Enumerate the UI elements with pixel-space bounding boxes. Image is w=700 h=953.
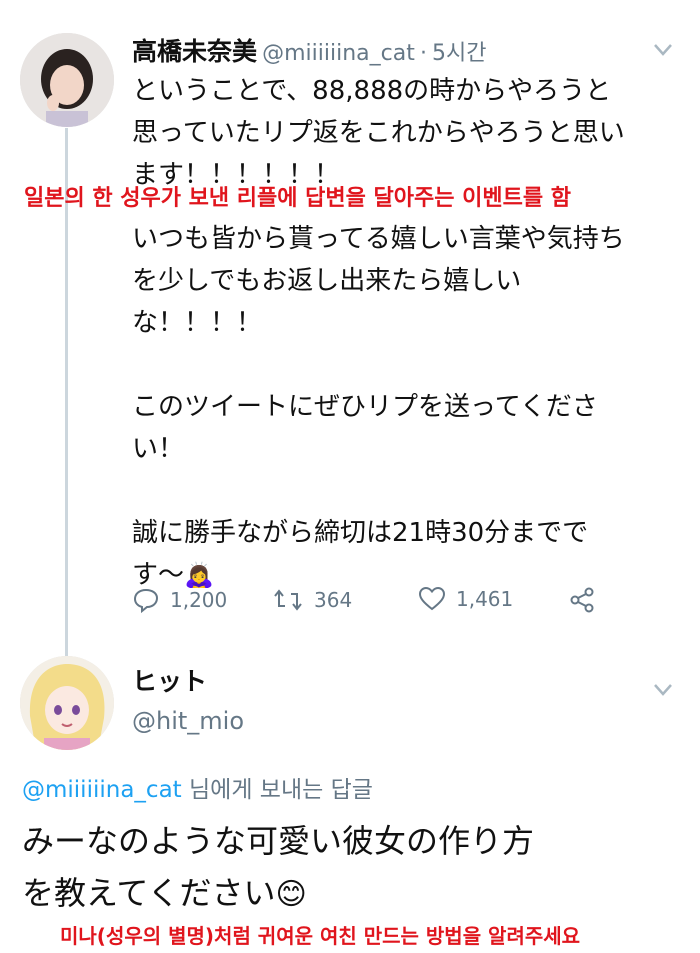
author-name[interactable]: 高橋未奈美 [132,37,257,66]
tweet-time[interactable]: 5시간 [432,41,486,66]
avatar-image [20,33,114,127]
retweet-count: 364 [314,588,353,612]
reply-text-wrap: みーなのような可愛い彼女の作り方 を教えてください😊 [22,815,692,919]
replying-to: @miiiiiina_cat 님에게 보내는 답글 [22,770,373,804]
share-icon [570,587,594,613]
retweet-icon [274,589,302,611]
heart-icon [418,586,446,611]
like-button[interactable]: 1,461 [418,586,513,612]
avatar-hit-mio[interactable] [20,656,114,750]
smile-emoji: 😊 [275,877,307,912]
reply-author-name[interactable]: ヒット [132,662,207,698]
avatar-image [20,656,114,750]
tweet-actions: 1,200 364 1,461 [132,586,652,622]
reply-count: 1,200 [170,588,228,612]
chevron-down-icon[interactable] [653,678,673,703]
reply-button[interactable]: 1,200 [132,586,227,614]
bow-emoji: 🙇‍♀️ [184,561,214,589]
korean-caption-1: 일본의 한 성우가 보낸 리플에 답변을 달아주는 이벤트를 함 [24,186,572,211]
header-separator: · [419,41,427,66]
tweet-header: 高橋未奈美 @miiiiiina_cat · 5시간 [132,32,487,68]
tweet-text-part2: いつも皆から貰ってる嬉しい言葉や気持ち を少しでもお返し出来たら嬉しい な！！！… [132,224,625,590]
reply-icon [133,588,159,614]
avatar-takahashi[interactable] [20,33,114,127]
share-button[interactable] [568,586,596,614]
korean-caption-2: 미나(성우의 별명)처럼 귀여운 여친 만드는 방법을 알려주세요 [60,924,581,948]
replying-to-suffix: 님에게 보내는 답글 [181,777,373,803]
tweet-text-part1: ということで、88,888の時からやろうと 思っていたリプ返をこれからやろうと思… [132,76,625,190]
author-handle[interactable]: @miiiiiina_cat [262,41,415,66]
reply-author-handle[interactable]: @hit_mio [132,707,244,735]
like-count: 1,461 [456,587,514,611]
retweet-button[interactable]: 364 [272,586,352,614]
replying-to-handle[interactable]: @miiiiiina_cat [22,777,182,803]
tweet-text-part2-wrap: いつも皆から貰ってる嬉しい言葉や気持ち を少しでもお返し出来たら嬉しい な！！！… [132,218,692,596]
chevron-down-icon[interactable] [653,38,673,63]
